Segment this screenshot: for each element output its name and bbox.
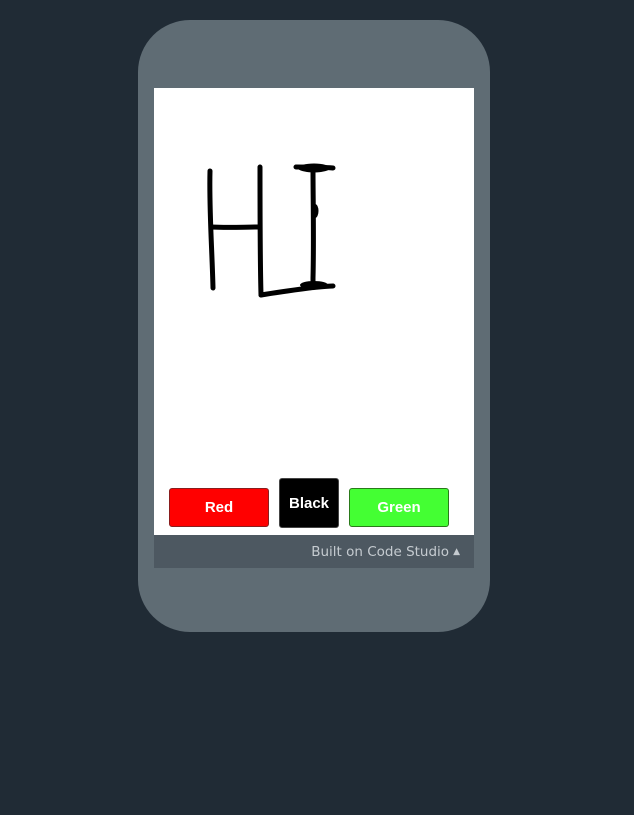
green-button[interactable]: Green <box>349 488 449 527</box>
stroke-h-right <box>257 164 264 298</box>
black-button[interactable]: Black <box>279 478 339 528</box>
red-button[interactable]: Red <box>169 488 269 527</box>
code-studio-footer: Built on Code Studio ▲ <box>154 535 474 568</box>
footer-label: Built on Code Studio <box>311 543 450 560</box>
caret-up-icon: ▲ <box>453 546 460 557</box>
app-screen: Red Black Green <box>154 88 474 535</box>
built-on-code-studio-link[interactable]: Built on Code Studio ▲ <box>311 535 460 568</box>
drawing-canvas[interactable] <box>154 88 474 535</box>
green-button-label: Green <box>377 499 421 516</box>
red-button-label: Red <box>204 499 234 516</box>
black-button-label: Black <box>288 495 330 512</box>
